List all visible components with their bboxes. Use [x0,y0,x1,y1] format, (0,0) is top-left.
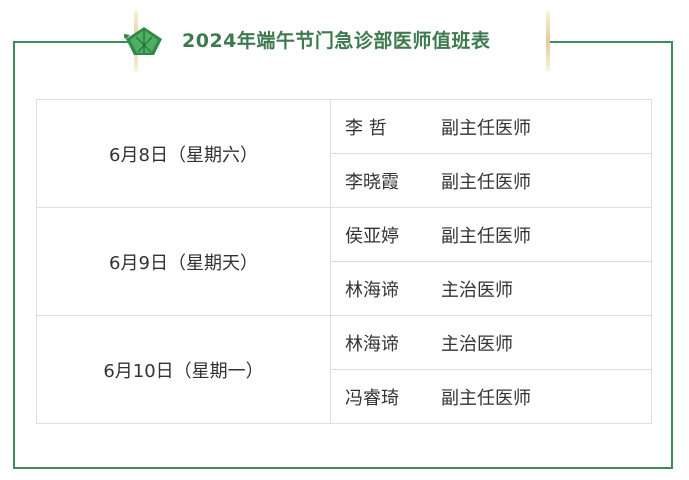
table-row: 6月8日（星期六） 李 哲副主任医师 [36,99,652,208]
doctor-cell: 林海谛 主治医师 [330,261,652,316]
title-plate-right-bar [546,11,550,71]
date-cell: 6月10日（星期一） [36,315,331,424]
doctor-title: 副主任医师 [441,171,531,193]
doctor-title: 主治医师 [441,279,513,301]
doctor-name: 林海谛 [345,279,399,301]
doctor-cell: 李晓霞 副主任医师 [330,153,652,208]
doctor-title: 副主任医师 [441,387,531,409]
date-cell: 6月9日（星期天） [36,207,331,316]
doctor-cell: 侯亚婷 副主任医师 [330,207,652,262]
duty-schedule-table: 6月8日（星期六） 李 哲副主任医师 李晓霞 副主任医师 6月9日（星期天） 侯亚… [36,99,652,424]
doctor-title: 副主任医师 [441,117,531,139]
doctor-cell: 林海谛 主治医师 [330,315,652,370]
doctor-title: 副主任医师 [441,225,531,247]
doctor-cell: 冯睿琦 副主任医师 [330,369,652,424]
title-plate: 2024年端午节门急诊部医师值班表 [124,9,550,73]
table-row: 6月10日（星期一） 林海谛 主治医师 [36,315,652,424]
zongzi-icon [124,27,162,55]
doctor-name: 林海谛 [345,333,399,355]
doctor-title: 主治医师 [441,333,513,355]
doctor-name: 侯亚婷 [345,225,399,247]
doctor-name: 李 哲 [345,117,387,139]
doctor-name: 冯睿琦 [345,387,399,409]
doctor-name: 李晓霞 [345,171,399,193]
doctor-cell: 李 哲 副主任医师 [330,99,652,154]
date-cell: 6月8日（星期六） [36,99,331,208]
table-row: 6月9日（星期天） 侯亚婷 副主任医师 [36,207,652,316]
page-title: 2024年端午节门急诊部医师值班表 [182,30,491,52]
